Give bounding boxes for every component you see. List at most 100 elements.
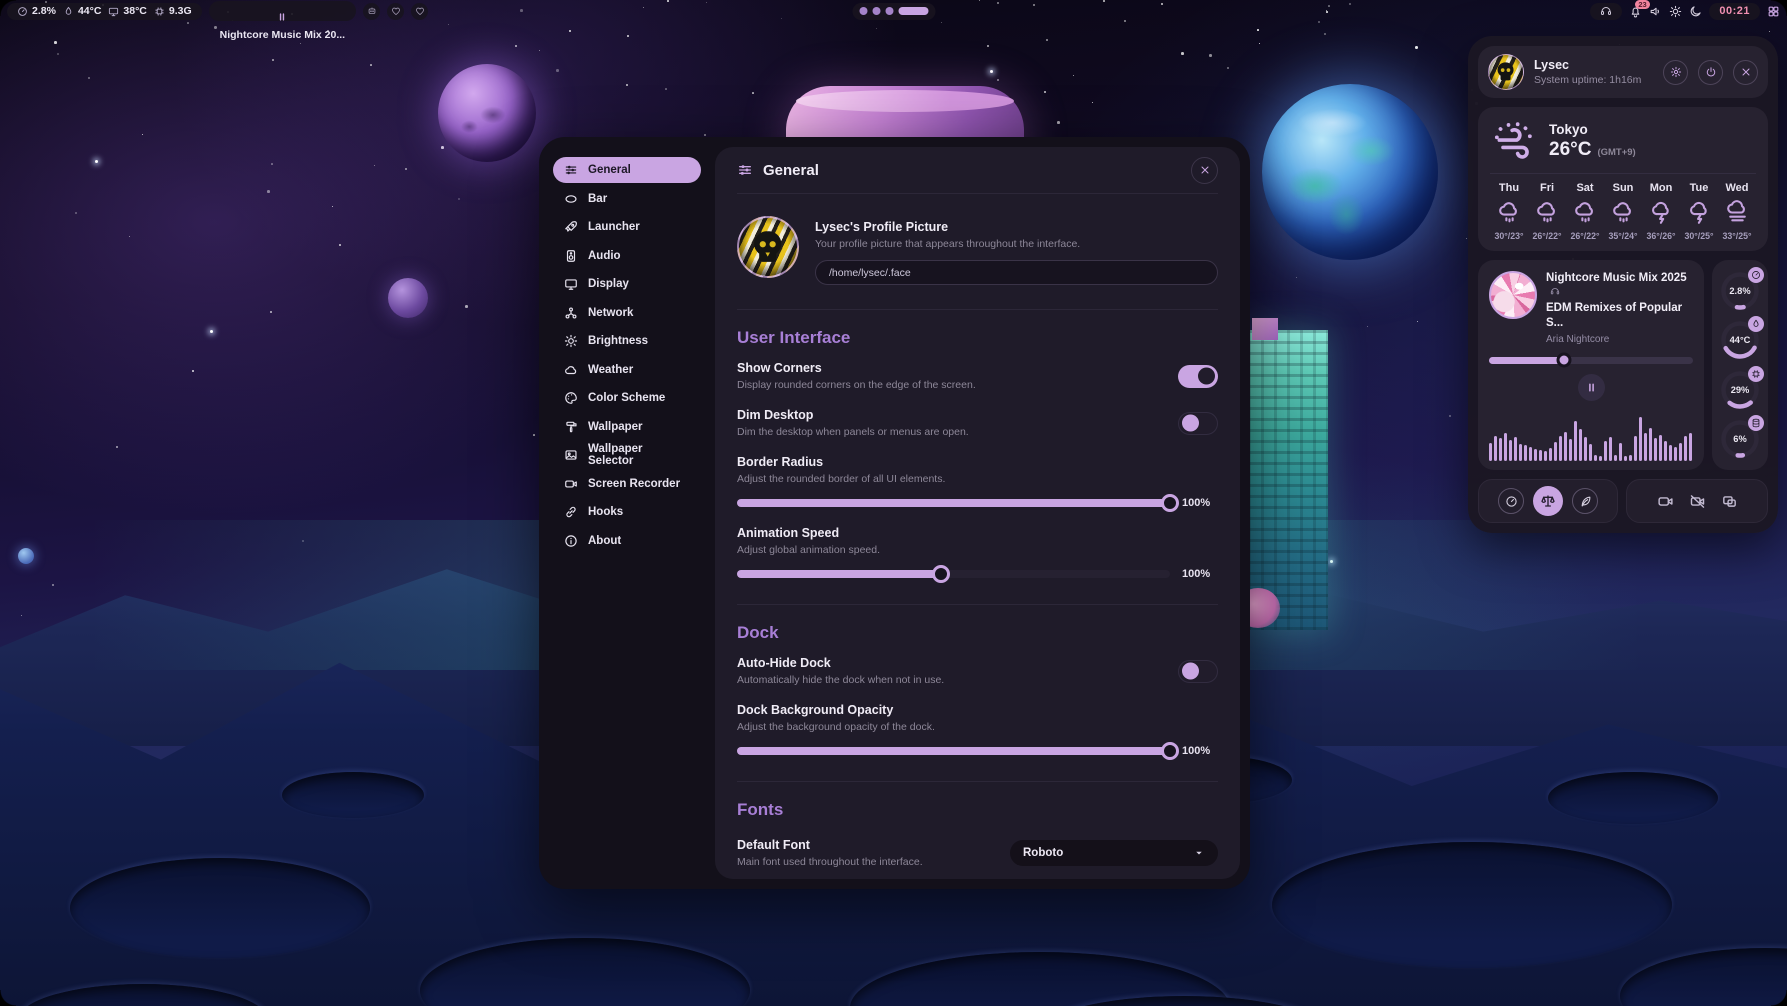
notification-badge: 23 (1635, 0, 1649, 9)
show-corners-toggle[interactable] (1178, 365, 1218, 388)
default-font-select[interactable]: Roboto (1010, 840, 1218, 866)
oval-icon (564, 192, 578, 206)
rain-icon (1573, 200, 1598, 225)
brightness-icon[interactable] (1669, 5, 1682, 18)
night-light-icon[interactable] (1689, 5, 1702, 18)
monitor-icon (108, 6, 119, 17)
sidebar-item-color-scheme[interactable]: Color Scheme (553, 385, 701, 411)
setting-label: Default Font (737, 838, 923, 852)
sidebar-item-launcher[interactable]: Launcher (553, 214, 701, 240)
panel-close-button[interactable] (1733, 60, 1758, 85)
user-name: Lysec (1534, 58, 1641, 72)
border-radius-slider[interactable] (737, 499, 1170, 507)
setting-label: Dock Background Opacity (737, 703, 1218, 717)
divider (737, 781, 1218, 782)
heart-icon (415, 6, 425, 16)
settings-header: General (737, 147, 1218, 193)
fog-icon (1725, 200, 1750, 225)
stat-speedometer: 2.8% (17, 5, 56, 17)
planet-purple (438, 64, 536, 162)
cloud-icon (564, 363, 578, 377)
power-profile-balanced[interactable] (1533, 486, 1563, 516)
settings-close-button[interactable] (1191, 157, 1218, 184)
slider-value: 100% (1182, 497, 1218, 509)
window-capture-button[interactable] (1721, 493, 1738, 510)
setting-desc: Automatically hide the dock when not in … (737, 674, 944, 686)
sidebar-item-audio[interactable]: Audio (553, 243, 701, 269)
camera-off-button[interactable] (1689, 493, 1706, 510)
headset-icon (1600, 5, 1612, 17)
user-card: Lysec System uptime: 1h16m (1478, 46, 1768, 98)
dock-opacity-slider[interactable] (737, 747, 1170, 755)
sidebar-item-about[interactable]: About (553, 528, 701, 554)
planet-small (388, 278, 428, 318)
forecast-day-thu: Thu30°/23° (1490, 182, 1528, 241)
sidebar-item-wallpaper-selector[interactable]: Wallpaper Selector (553, 442, 701, 468)
tray-pill[interactable] (1590, 3, 1622, 20)
like-button[interactable] (411, 3, 428, 20)
power-profile-performance[interactable] (1498, 488, 1524, 514)
sidebar-item-label: Color Scheme (588, 392, 665, 404)
favorite-button[interactable] (387, 3, 404, 20)
slider-value: 100% (1182, 568, 1218, 580)
divider (737, 309, 1218, 310)
settings-window: General BarLauncher Audio Display Network Bri… (539, 137, 1250, 889)
power-profile-power-saver[interactable] (1572, 488, 1598, 514)
sidebar-item-label: Display (588, 278, 629, 290)
settings-button[interactable] (1663, 60, 1688, 85)
stat-monitor: 38°C (108, 5, 146, 17)
sidebar-item-label: General (588, 164, 631, 176)
pause-button[interactable] (1578, 374, 1605, 401)
forecast-day-mon: Mon36°/26° (1642, 182, 1680, 241)
system-stats-pill[interactable]: 2.8%44°C38°C9.3G (7, 3, 202, 20)
user-avatar (1488, 54, 1524, 90)
sidebar-item-brightness[interactable]: Brightness (553, 328, 701, 354)
weather-condition-icon (1492, 119, 1536, 163)
auto-hide-dock-toggle[interactable] (1178, 660, 1218, 683)
stat-chip: 9.3G (154, 5, 192, 17)
image-icon (564, 448, 578, 462)
sidebar-item-wallpaper[interactable]: Wallpaper (553, 414, 701, 440)
screen-record-button[interactable] (1657, 493, 1674, 510)
sidebar-item-label: Weather (588, 364, 633, 376)
profile-desc: Your profile picture that appears throug… (815, 238, 1218, 250)
track-progress-slider[interactable] (1489, 357, 1693, 364)
sidebar-item-label: Brightness (588, 335, 648, 347)
sidebar-item-label: About (588, 535, 621, 547)
power-button[interactable] (1698, 60, 1723, 85)
workspace-dot[interactable] (872, 7, 880, 15)
notifications-button[interactable]: 23 (1629, 5, 1642, 18)
screen-corner (1771, 0, 1787, 16)
sidebar-item-screen-recorder[interactable]: Screen Recorder (553, 471, 701, 497)
dim-desktop-toggle[interactable] (1178, 412, 1218, 435)
profile-avatar[interactable] (737, 216, 799, 278)
chip-icon (154, 6, 165, 17)
bot-button[interactable] (363, 3, 380, 20)
workspaces-indicator[interactable] (852, 3, 935, 20)
setting-desc: Dim the desktop when panels or menus are… (737, 426, 969, 438)
sidebar-item-label: Screen Recorder (588, 478, 680, 490)
workspace-dot[interactable] (885, 7, 893, 15)
sidebar-item-network[interactable]: Network (553, 300, 701, 326)
crater (1272, 842, 1672, 968)
workspace-active[interactable] (898, 7, 928, 15)
power-icon (1705, 66, 1717, 78)
sidebar-item-hooks[interactable]: Hooks (553, 499, 701, 525)
topbar-media-pill[interactable]: Nightcore Music Mix 20... (209, 1, 356, 21)
sidebar-item-general[interactable]: General (553, 157, 701, 183)
sidebar-item-bar[interactable]: Bar (553, 186, 701, 212)
volume-icon[interactable] (1649, 5, 1662, 18)
headphones-icon (1550, 286, 1560, 296)
videocam-icon (564, 477, 578, 491)
sidebar-item-display[interactable]: Display (553, 271, 701, 297)
animation-speed-slider[interactable] (737, 570, 1170, 578)
control-panel: Lysec System uptime: 1h16m Tokyo 26°C (G… (1468, 36, 1778, 533)
clock[interactable]: 00:21 (1709, 3, 1760, 20)
divider (737, 604, 1218, 605)
planet-earth (1262, 84, 1438, 260)
profile-path-input[interactable] (815, 260, 1218, 285)
weather-card: Tokyo 26°C (GMT+9) Thu30°/23°Fri26°/22°S… (1478, 107, 1768, 251)
workspace-dot[interactable] (859, 7, 867, 15)
sidebar-item-weather[interactable]: Weather (553, 357, 701, 383)
speedometer-icon (17, 6, 28, 17)
